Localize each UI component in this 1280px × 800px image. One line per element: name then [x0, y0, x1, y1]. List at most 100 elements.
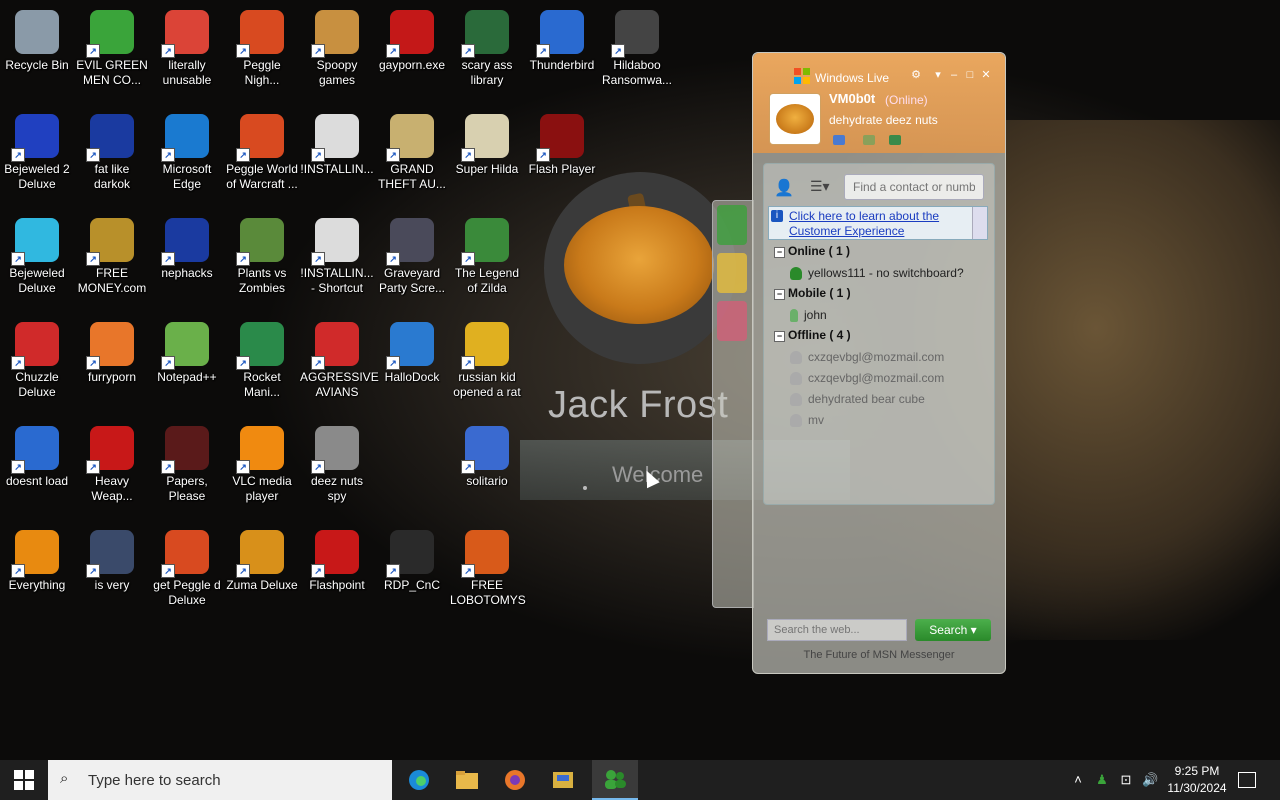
messenger-tray-icon[interactable]: ♟: [1094, 772, 1110, 788]
desktop-icon[interactable]: ↗ Notepad++: [150, 312, 224, 385]
desktop-icon-label: literally unusable: [162, 58, 212, 87]
desktop-icon[interactable]: ↗ Hildaboo Ransomwa...: [600, 0, 674, 88]
desktop-icon[interactable]: ↗ AGGRESSIVE AVIANS: [300, 312, 379, 400]
people-menu-icon[interactable]: ⚙: [909, 69, 923, 81]
desktop-icon[interactable]: ↗ The Legend of Zilda: [450, 208, 524, 296]
desktop-icon[interactable]: ↗ Rocket Mani...: [225, 312, 299, 400]
notification-center-icon[interactable]: [1238, 772, 1256, 788]
desktop-icon[interactable]: ↗ get Peggle d Deluxe: [150, 520, 224, 608]
desktop-icon[interactable]: ↗ FREE LOBOTOMYS: [450, 520, 526, 608]
taskbar-edge[interactable]: [396, 760, 442, 800]
customer-experience-bar[interactable]: i Click here to learn about the Customer…: [768, 206, 988, 240]
desktop-icon[interactable]: ↗ VLC media player: [225, 416, 299, 504]
mail-icon[interactable]: [833, 135, 845, 145]
desktop-icon[interactable]: ↗ Bejeweled Deluxe: [0, 208, 74, 296]
desktop-icon[interactable]: ↗ Heavy Weap...: [75, 416, 149, 504]
thunderbird-icon: ↗: [536, 10, 584, 58]
desktop-icon[interactable]: ↗ HalloDock: [375, 312, 449, 385]
desktop-icon-label: solitario: [466, 474, 508, 488]
desktop-icon[interactable]: ↗ !INSTALLIN... - Shortcut: [300, 208, 374, 296]
desktop-icon[interactable]: ↗ scary ass library: [450, 0, 524, 88]
shortcut-arrow-icon: ↗: [161, 252, 175, 266]
desktop-icon[interactable]: ↗ EVIL GREEN MEN CO...: [75, 0, 149, 88]
desktop-icon[interactable]: ↗ Thunderbird: [525, 0, 599, 73]
close-button[interactable]: ✕: [979, 69, 993, 81]
desktop-icon[interactable]: ↗ russian kid opened a rat: [450, 312, 524, 400]
taskbar-file-explorer[interactable]: [444, 760, 490, 800]
desktop-icon[interactable]: ↗ furryporn: [75, 312, 149, 385]
taskbar-firefox[interactable]: [492, 760, 538, 800]
volume-icon[interactable]: 🔊: [1142, 772, 1158, 788]
menu-dropdown-icon[interactable]: ▾: [931, 69, 945, 81]
desktop-icon[interactable]: ↗ Papers, Please: [150, 416, 224, 504]
find-contact-input[interactable]: [844, 174, 984, 200]
taskbar-search-box[interactable]: ⌕ Type here to search: [48, 760, 392, 800]
list-view-options-icon[interactable]: ☰▾: [810, 178, 836, 198]
spaces-icon[interactable]: [863, 135, 875, 145]
desktop-icon[interactable]: ↗ Flashpoint: [300, 520, 374, 593]
desktop-icon[interactable]: ↗ Super Hilda: [450, 104, 524, 177]
add-contact-icon[interactable]: 👤: [774, 178, 796, 198]
show-hidden-icons-chevron-icon[interactable]: ˄: [1070, 772, 1086, 788]
de-icon: ↗: [461, 322, 509, 370]
group-mobile-header[interactable]: − Mobile ( 1 ): [774, 286, 851, 300]
web-search-button[interactable]: Search ▾: [915, 619, 991, 641]
desktop-icon[interactable]: ↗ Zuma Deluxe: [225, 520, 299, 593]
desktop-icon[interactable]: ↗ Microsoft Edge: [150, 104, 224, 192]
contact-online[interactable]: yellows111 - no switchboard?: [790, 266, 964, 281]
contact-mobile[interactable]: john: [790, 308, 827, 323]
messenger-title: Windows Live: [815, 71, 890, 85]
desktop-icon[interactable]: ↗ FREE MONEY.com: [75, 208, 149, 296]
edge-icon: ↗: [161, 114, 209, 162]
group-online-header[interactable]: − Online ( 1 ): [774, 244, 850, 258]
desktop-icon[interactable]: ↗ Everything: [0, 520, 74, 593]
user-status[interactable]: (Online): [885, 93, 928, 107]
desktop-icon[interactable]: ↗ Flash Player: [525, 104, 599, 177]
desktop-icon[interactable]: ↗ Peggle Nigh...: [225, 0, 299, 88]
desktop-icon[interactable]: ↗ is very: [75, 520, 149, 593]
search-dropdown-icon[interactable]: ▾: [971, 623, 977, 637]
taskbar-clock[interactable]: 9:25 PM 11/30/2024: [1160, 763, 1234, 797]
spaces-tab-icon[interactable]: [717, 301, 747, 341]
desktop-icon[interactable]: ↗ Spoopy games: [300, 0, 374, 88]
user-display-name[interactable]: VM0b0t: [829, 91, 875, 106]
desktop-icon[interactable]: ↗ Bejeweled 2 Deluxe: [0, 104, 74, 192]
desktop-icon[interactable]: ↗ !INSTALLIN...: [300, 104, 374, 177]
contact-offline[interactable]: mv: [790, 413, 824, 428]
taskbar-messenger[interactable]: [592, 760, 638, 800]
desktop-icon[interactable]: ↗ literally unusable: [150, 0, 224, 88]
desktop-icon[interactable]: ↗ Plants vs Zombies: [225, 208, 299, 296]
network-icon[interactable]: ⊡: [1118, 772, 1134, 788]
contact-offline[interactable]: cxzqevbgl@mozmail.com: [790, 371, 944, 386]
group-offline-header[interactable]: − Offline ( 4 ): [774, 328, 851, 342]
contacts-tab-icon[interactable]: [717, 205, 747, 245]
desktop-icon[interactable]: ↗ Peggle World of Warcraft ...: [225, 104, 299, 192]
desktop-icon[interactable]: ↗ gayporn.exe: [375, 0, 449, 73]
maximize-button[interactable]: □: [963, 69, 977, 81]
customer-experience-link[interactable]: Click here to learn about the Customer E…: [789, 209, 969, 239]
shortcut-arrow-icon: ↗: [311, 148, 325, 162]
personal-message[interactable]: dehydrate deez nuts: [829, 113, 938, 127]
desktop-icon[interactable]: ↗ nephacks: [150, 208, 224, 281]
news-icon[interactable]: [889, 135, 901, 145]
alerts-tab-icon[interactable]: [717, 253, 747, 293]
desktop-icon[interactable]: ↗ Chuzzle Deluxe: [0, 312, 74, 400]
contact-offline[interactable]: dehydrated bear cube: [790, 392, 925, 407]
user-display-picture[interactable]: [769, 93, 821, 145]
desktop-icon[interactable]: ↗ RDP_CnC: [375, 520, 449, 593]
desktop-icon[interactable]: ↗ GRAND THEFT AU...: [375, 104, 449, 192]
desktop-icon[interactable]: ↗ deez nuts spy: [300, 416, 374, 504]
desktop-icon[interactable]: Recycle Bin: [0, 0, 74, 73]
contact-offline[interactable]: cxzqevbgl@mozmail.com: [790, 350, 944, 365]
start-button[interactable]: [14, 770, 34, 790]
shortcut-arrow-icon: ↗: [161, 564, 175, 578]
desktop-icon[interactable]: ↗ doesnt load: [0, 416, 74, 489]
desktop-icon[interactable]: ↗ fat like darkok: [75, 104, 149, 192]
info-scrollbar[interactable]: [972, 207, 987, 239]
web-search-input[interactable]: [767, 619, 907, 641]
taskbar-disk-app[interactable]: [540, 760, 586, 800]
minimize-button[interactable]: –: [947, 69, 961, 81]
shortcut-arrow-icon: ↗: [86, 44, 100, 58]
desktop-icon[interactable]: ↗ Graveyard Party Scre...: [375, 208, 449, 296]
desktop-icon[interactable]: ↗ solitario: [450, 416, 524, 489]
